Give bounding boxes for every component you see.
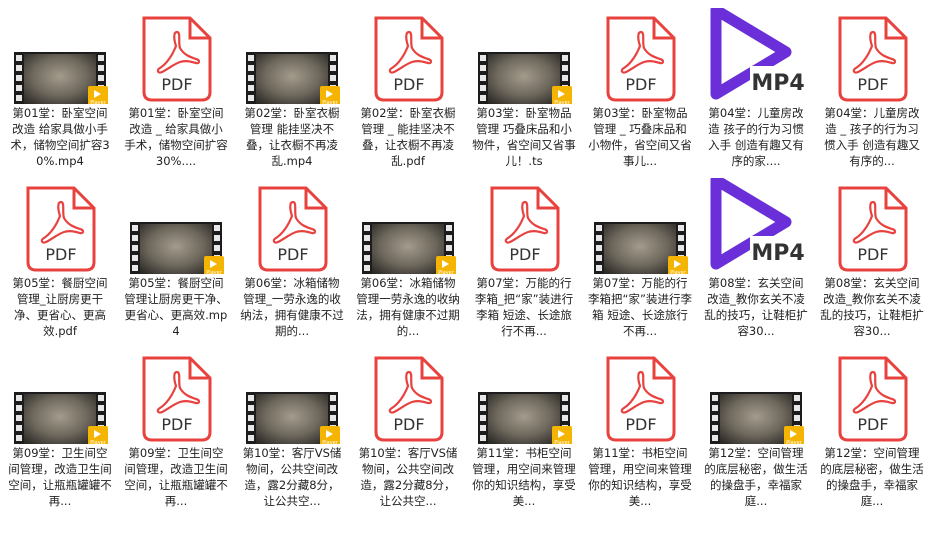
file-name: 第07堂：万能的行李箱把“家”装进行李箱 短途、长途旅行不再...	[588, 276, 692, 338]
file-name: 第05堂：餐厨空间管理让厨房更干净、更省心、更高效.mp4	[124, 276, 228, 338]
svg-text:PDF: PDF	[857, 75, 888, 94]
pdf-file-icon: PDF	[358, 8, 458, 104]
file-item[interactable]: Player 第09堂：卫生间空间管理，改造卫生间空间，让瓶瓶罐罐不再...	[2, 348, 118, 518]
svg-text:Player: Player	[786, 440, 803, 444]
pdf-file-icon: PDF	[590, 8, 690, 104]
file-item[interactable]: PDF 第04堂：儿童房改造 _ 孩子的行为习惯入手 创造有趣又有序的...	[814, 8, 929, 178]
file-item[interactable]: MP4 第04堂：儿童房改造 孩子的行为习惯入手 创造有趣又有序的家....	[698, 8, 814, 178]
file-name: 第12堂：空间管理的底层秘密，做生活的操盘手，幸福家庭...	[820, 446, 924, 508]
pdf-file-icon: PDF	[10, 178, 110, 274]
file-item[interactable]: PDF 第10堂：客厅VS储物间，公共空间改造，露2分藏8分，让公共空...	[350, 348, 466, 518]
file-name: 第08堂：玄关空间改造_教你玄关不凌乱的技巧，让鞋柜扩容30...	[820, 276, 924, 338]
file-name: 第07堂：万能的行李箱_把“家”装进行李箱 短途、长途旅行不再...	[474, 276, 574, 338]
file-name: 第04堂：儿童房改造 _ 孩子的行为习惯入手 创造有趣又有序的...	[824, 106, 920, 168]
file-name: 第10堂：客厅VS储物间，公共空间改造，露2分藏8分，让公共空...	[358, 446, 458, 508]
file-item[interactable]: Player 第06堂：冰箱储物管理一劳永逸的收纳法，拥有健康不过期的...	[350, 178, 466, 348]
file-item[interactable]: PDF 第12堂：空间管理的底层秘密，做生活的操盘手，幸福家庭...	[814, 348, 929, 518]
file-item[interactable]: PDF 第05堂：餐厨空间管理_让厨房更干净、更省心、更高效.pdf	[2, 178, 118, 348]
file-name: 第09堂：卫生间空间管理，改造卫生间空间，让瓶瓶罐罐不再...	[8, 446, 112, 508]
mp4-play-icon: MP4	[706, 178, 806, 274]
svg-text:PDF: PDF	[161, 415, 192, 434]
file-item[interactable]: PDF 第03堂：卧室物品管理 _ 巧叠床品和小物件，省空间又省事儿...	[582, 8, 698, 178]
file-item[interactable]: PDF 第06堂：冰箱储物管理_一劳永逸的收纳法，拥有健康不过期的...	[234, 178, 350, 348]
pdf-file-icon: PDF	[242, 178, 342, 274]
video-thumbnail-icon: Player	[474, 348, 574, 444]
file-item[interactable]: Player 第07堂：万能的行李箱把“家”装进行李箱 短途、长途旅行不再...	[582, 178, 698, 348]
pdf-file-icon: PDF	[126, 8, 226, 104]
file-name: 第02堂：卧室衣橱管理 _ 能挂坚决不叠，让衣橱不再凌乱.pdf	[360, 106, 456, 168]
file-item[interactable]: Player 第02堂：卧室衣橱管理 能挂坚决不叠，让衣橱不再凌乱.mp4	[234, 8, 350, 178]
svg-text:Player: Player	[90, 440, 107, 444]
pdf-file-icon: PDF	[822, 178, 922, 274]
svg-text:MP4: MP4	[751, 241, 804, 266]
file-name: 第01堂：卧室空间改造 _ 给家具做小手术，储物空间扩容30%....	[124, 106, 228, 168]
pdf-file-icon: PDF	[358, 348, 458, 444]
svg-text:PDF: PDF	[393, 75, 424, 94]
file-item[interactable]: PDF 第01堂：卧室空间改造 _ 给家具做小手术，储物空间扩容30%....	[118, 8, 234, 178]
svg-text:Player: Player	[438, 270, 455, 274]
video-thumbnail-icon: Player	[10, 348, 110, 444]
file-item[interactable]: Player 第12堂：空间管理的底层秘密，做生活的操盘手，幸福家庭...	[698, 348, 814, 518]
svg-text:PDF: PDF	[509, 245, 540, 264]
svg-text:PDF: PDF	[45, 245, 76, 264]
pdf-file-icon: PDF	[474, 178, 574, 274]
svg-text:PDF: PDF	[161, 75, 192, 94]
file-name: 第08堂：玄关空间改造_教你玄关不凌乱的技巧，让鞋柜扩容30...	[704, 276, 808, 338]
file-grid: Player 第01堂：卧室空间改造 给家具做小手术，储物空间扩容30%.mp4…	[0, 0, 929, 539]
svg-text:Player: Player	[322, 100, 339, 104]
file-name: 第06堂：冰箱储物管理_一劳永逸的收纳法，拥有健康不过期的...	[240, 276, 344, 338]
file-name: 第03堂：卧室物品管理 _ 巧叠床品和小物件，省空间又省事儿...	[588, 106, 692, 168]
svg-text:Player: Player	[322, 440, 339, 444]
file-name: 第01堂：卧室空间改造 给家具做小手术，储物空间扩容30%.mp4	[10, 106, 110, 168]
file-name: 第10堂：客厅VS储物间，公共空间改造，露2分藏8分，让公共空...	[242, 446, 342, 508]
pdf-file-icon: PDF	[822, 8, 922, 104]
file-item[interactable]: PDF 第09堂：卫生间空间管理，改造卫生间空间，让瓶瓶罐罐不再...	[118, 348, 234, 518]
file-item[interactable]: PDF 第02堂：卧室衣橱管理 _ 能挂坚决不叠，让衣橱不再凌乱.pdf	[350, 8, 466, 178]
file-item[interactable]: Player 第11堂：书柜空间管理，用空间来管理你的知识结构，享受美...	[466, 348, 582, 518]
file-name: 第04堂：儿童房改造 孩子的行为习惯入手 创造有趣又有序的家....	[708, 106, 804, 168]
file-name: 第02堂：卧室衣橱管理 能挂坚决不叠，让衣橱不再凌乱.mp4	[244, 106, 340, 168]
video-thumbnail-icon: Player	[10, 8, 110, 104]
file-item[interactable]: Player 第10堂：客厅VS储物间，公共空间改造，露2分藏8分，让公共空..…	[234, 348, 350, 518]
file-name: 第09堂：卫生间空间管理，改造卫生间空间，让瓶瓶罐罐不再...	[124, 446, 228, 508]
file-name: 第03堂：卧室物品管理 巧叠床品和小物件，省空间又省事儿！.ts	[472, 106, 576, 168]
video-thumbnail-icon: Player	[358, 178, 458, 274]
mp4-play-icon: MP4	[706, 8, 806, 104]
svg-text:Player: Player	[90, 100, 107, 104]
pdf-file-icon: PDF	[822, 348, 922, 444]
video-thumbnail-icon: Player	[126, 178, 226, 274]
svg-text:Player: Player	[206, 270, 223, 274]
file-name: 第05堂：餐厨空间管理_让厨房更干净、更省心、更高效.pdf	[12, 276, 108, 338]
svg-text:PDF: PDF	[625, 75, 656, 94]
file-item[interactable]: PDF 第07堂：万能的行李箱_把“家”装进行李箱 短途、长途旅行不再...	[466, 178, 582, 348]
video-thumbnail-icon: Player	[242, 348, 342, 444]
file-item[interactable]: Player 第01堂：卧室空间改造 给家具做小手术，储物空间扩容30%.mp4	[2, 8, 118, 178]
svg-text:PDF: PDF	[393, 415, 424, 434]
svg-text:MP4: MP4	[751, 71, 804, 96]
svg-text:PDF: PDF	[857, 415, 888, 434]
file-name: 第11堂：书柜空间管理，用空间来管理你的知识结构，享受美...	[472, 446, 576, 508]
svg-text:PDF: PDF	[625, 415, 656, 434]
video-thumbnail-icon: Player	[590, 178, 690, 274]
svg-text:PDF: PDF	[277, 245, 308, 264]
svg-text:Player: Player	[554, 440, 571, 444]
svg-text:Player: Player	[670, 270, 687, 274]
video-thumbnail-icon: Player	[474, 8, 574, 104]
video-thumbnail-icon: Player	[706, 348, 806, 444]
file-item[interactable]: Player 第03堂：卧室物品管理 巧叠床品和小物件，省空间又省事儿！.ts	[466, 8, 582, 178]
file-name: 第11堂：书柜空间管理，用空间来管理你的知识结构，享受美...	[588, 446, 692, 508]
svg-text:PDF: PDF	[857, 245, 888, 264]
file-name: 第12堂：空间管理的底层秘密，做生活的操盘手，幸福家庭...	[704, 446, 808, 508]
file-item[interactable]: Player 第05堂：餐厨空间管理让厨房更干净、更省心、更高效.mp4	[118, 178, 234, 348]
file-name: 第06堂：冰箱储物管理一劳永逸的收纳法，拥有健康不过期的...	[356, 276, 460, 338]
file-item[interactable]: MP4 第08堂：玄关空间改造_教你玄关不凌乱的技巧，让鞋柜扩容30...	[698, 178, 814, 348]
svg-text:Player: Player	[554, 100, 571, 104]
file-item[interactable]: PDF 第08堂：玄关空间改造_教你玄关不凌乱的技巧，让鞋柜扩容30...	[814, 178, 929, 348]
video-thumbnail-icon: Player	[242, 8, 342, 104]
file-item[interactable]: PDF 第11堂：书柜空间管理，用空间来管理你的知识结构，享受美...	[582, 348, 698, 518]
pdf-file-icon: PDF	[590, 348, 690, 444]
pdf-file-icon: PDF	[126, 348, 226, 444]
